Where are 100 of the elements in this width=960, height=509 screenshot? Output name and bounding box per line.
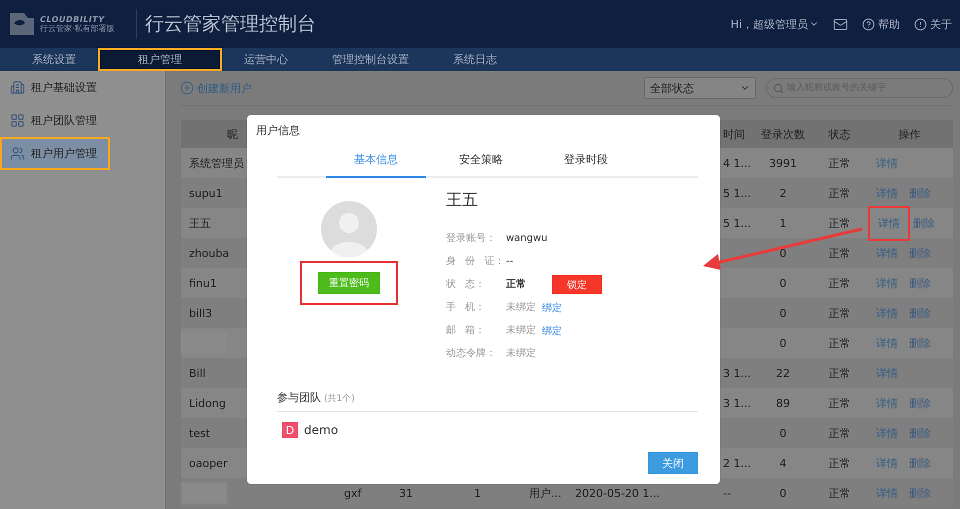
bind-link[interactable]: 绑定: [542, 324, 562, 338]
table-cell: 5 1...: [723, 216, 751, 230]
details-link[interactable]: 详情: [876, 246, 898, 260]
delete-link[interactable]: 删除: [909, 336, 931, 350]
nav-tab[interactable]: 系统设置: [10, 48, 98, 71]
table-cell: 王五: [189, 216, 211, 230]
details-link[interactable]: 详情: [876, 396, 898, 410]
table-cell: Bill: [189, 366, 206, 380]
table-cell: test: [189, 426, 210, 440]
details-link[interactable]: 详情: [868, 206, 910, 240]
field-value: 未绑定: [506, 300, 536, 314]
table-cell: 4 1...: [723, 156, 751, 170]
table-cell: 正常: [828, 396, 850, 410]
table-cell: 89: [776, 396, 790, 410]
table-cell: 1: [780, 216, 786, 230]
search-icon: [773, 83, 784, 94]
details-link[interactable]: 详情: [876, 336, 898, 350]
table-cell: --: [723, 486, 731, 500]
delete-link[interactable]: 删除: [913, 216, 935, 230]
sidebar-item[interactable]: 租户用户管理: [0, 137, 110, 170]
table-cell: 系统管理员: [189, 156, 244, 170]
dialog-tab[interactable]: 登录时段: [536, 150, 636, 178]
delete-link[interactable]: 删除: [909, 396, 931, 410]
field-label: 动态令牌：: [446, 346, 497, 360]
team-badge: D: [282, 422, 298, 438]
create-user-link[interactable]: 创建新用户: [180, 80, 252, 96]
status-select[interactable]: 全部状态: [644, 77, 756, 99]
details-link[interactable]: 详情: [876, 426, 898, 440]
close-button[interactable]: 关闭: [648, 452, 698, 474]
nav-tab[interactable]: 租户管理: [98, 48, 222, 71]
table-cell: 3991: [769, 156, 797, 170]
field-label: 邮 箱：: [446, 324, 486, 338]
user-menu[interactable]: Hi，超级管理员: [730, 16, 819, 32]
table-cell: 2020-05-20 1...: [575, 486, 660, 500]
delete-link[interactable]: 删除: [909, 486, 931, 500]
field-value: 正常: [506, 278, 526, 292]
nav-tab[interactable]: 系统日志: [431, 48, 519, 71]
table-cell: 3 1...: [723, 366, 751, 380]
table-cell: 2 1...: [723, 456, 751, 470]
logo-icon: [8, 11, 36, 37]
field-label: 身 份 证：: [446, 254, 502, 268]
lock-button[interactable]: 锁定: [552, 275, 602, 294]
table-cell: 0: [780, 426, 786, 440]
details-link[interactable]: 详情: [876, 306, 898, 320]
delete-link[interactable]: 删除: [909, 426, 931, 440]
table-cell: 3 1...: [723, 396, 751, 410]
table-cell: 正常: [828, 216, 850, 230]
nav-tab[interactable]: 运营中心: [222, 48, 310, 71]
details-link[interactable]: 详情: [876, 366, 898, 380]
sidebar-item[interactable]: 租户基础设置: [0, 71, 165, 104]
avatar-icon: [321, 201, 377, 257]
field-value: --: [506, 254, 514, 268]
sidebar-item[interactable]: 租户团队管理: [0, 104, 165, 137]
app-title: 行云管家管理控制台: [145, 12, 316, 37]
field-label: 手 机：: [446, 300, 486, 314]
table-cell: 31: [399, 486, 413, 500]
about-link[interactable]: 关于: [914, 16, 952, 32]
delete-link[interactable]: 删除: [909, 246, 931, 260]
table-cell: 正常: [828, 486, 850, 500]
details-link[interactable]: 详情: [876, 156, 898, 170]
field-value: 未绑定: [506, 324, 536, 338]
delete-link[interactable]: 删除: [909, 186, 931, 200]
delete-link[interactable]: 删除: [909, 276, 931, 290]
details-link[interactable]: 详情: [876, 486, 898, 500]
table-cell: 0: [780, 306, 786, 320]
table-cell: Lidong: [189, 396, 226, 410]
help-link[interactable]: 帮助: [862, 16, 900, 32]
field-value: 未绑定: [506, 346, 536, 360]
column-header: 时间: [723, 126, 745, 142]
table-cell: 0: [780, 246, 786, 260]
details-link[interactable]: 详情: [876, 186, 898, 200]
field-label: 状 态：: [446, 278, 486, 292]
details-link[interactable]: 详情: [876, 276, 898, 290]
table-cell: 0: [780, 276, 786, 290]
teams-count: (共1个): [324, 392, 355, 405]
bind-link[interactable]: 绑定: [542, 300, 562, 314]
table-cell: 5 1...: [723, 186, 751, 200]
column-header: 操作: [898, 126, 920, 142]
table-cell: 正常: [828, 426, 850, 440]
building-icon: [10, 80, 25, 95]
nav-tab[interactable]: 管理控制台设置: [310, 48, 431, 71]
brand-name: CLOUDBILITY: [40, 14, 106, 24]
details-link[interactable]: 详情: [876, 456, 898, 470]
help-icon: [862, 18, 875, 30]
info-icon: [914, 18, 927, 30]
table-cell: 正常: [828, 276, 850, 290]
plus-icon: [180, 81, 194, 95]
team-name: demo: [304, 423, 338, 437]
table-cell: 正常: [828, 456, 850, 470]
table-cell: 正常: [828, 246, 850, 260]
dialog-tab[interactable]: 基本信息: [326, 150, 426, 178]
brand-subtitle: 行云管家·私有部署版: [40, 24, 115, 34]
user-name: 王五: [446, 190, 479, 211]
dialog-tab[interactable]: 安全策略: [431, 150, 531, 178]
delete-link[interactable]: 删除: [909, 456, 931, 470]
mail-icon[interactable]: [833, 16, 848, 32]
reset-password-button[interactable]: 重置密码: [318, 272, 380, 294]
column-header: 昵: [227, 126, 238, 142]
table-cell: 用户...: [529, 486, 562, 500]
delete-link[interactable]: 删除: [909, 306, 931, 320]
